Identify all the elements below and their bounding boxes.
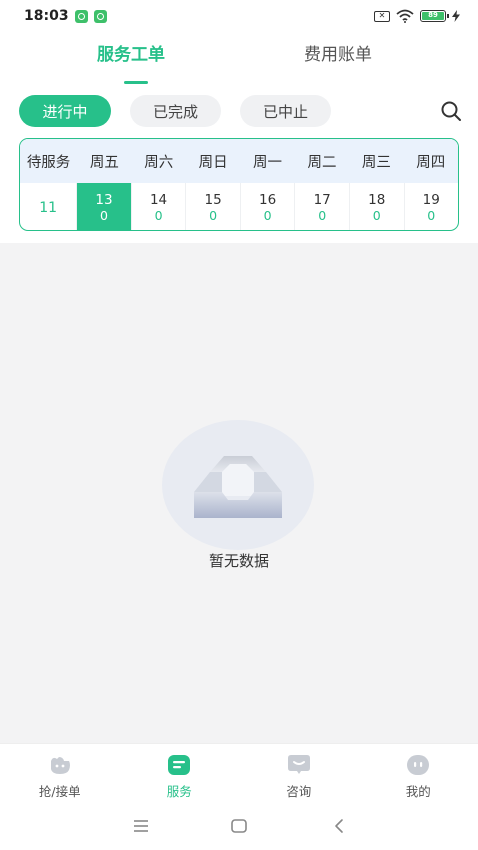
charging-icon	[452, 10, 460, 22]
filter-completed[interactable]: 已完成	[130, 95, 221, 127]
weekday-label: 周二	[307, 154, 337, 171]
day-date: 17	[313, 191, 331, 208]
weekday-label: 周四	[416, 154, 446, 171]
menu-icon[interactable]	[131, 816, 151, 836]
day-date: 16	[259, 191, 277, 208]
day-order-count: 0	[100, 207, 108, 223]
day-cell[interactable]: 17 0	[295, 183, 350, 230]
day-order-count: 0	[209, 207, 218, 223]
calendar-days: 11 13 0 14 0 15 0 16 0 17 0 18 0 19 0	[20, 183, 459, 230]
day-cell[interactable]: 14 0	[132, 183, 187, 230]
day-cell[interactable]: 15 0	[186, 183, 241, 230]
day-order-count: 0	[427, 207, 436, 223]
filter-terminated[interactable]: 已中止	[240, 95, 331, 127]
battery-icon: 89	[420, 10, 449, 22]
top-tabs: 服务工单 费用账单	[0, 40, 478, 86]
day-order-count: 0	[318, 207, 327, 223]
day-cell[interactable]: 18 0	[350, 183, 405, 230]
day-order-count: 0	[372, 207, 381, 223]
battery-level: 89	[422, 12, 444, 20]
active-tab-indicator	[124, 81, 148, 84]
weekday-label: 周五	[89, 154, 119, 171]
tab-service-orders[interactable]: 服务工单	[97, 40, 165, 65]
empty-box-icon	[194, 456, 282, 518]
system-nav-bar	[0, 801, 478, 850]
day-order-count: 0	[263, 207, 272, 223]
day-cell[interactable]: 16 0	[241, 183, 296, 230]
day-cell-selected[interactable]: 13 0	[77, 183, 132, 230]
weekday-label: 周六	[144, 154, 174, 171]
pending-count: 11	[39, 199, 58, 216]
nav-label: 咨询	[286, 784, 312, 799]
status-bar: 18:03 ✕ 89	[0, 0, 478, 32]
back-icon[interactable]	[330, 816, 350, 836]
home-icon[interactable]	[229, 816, 249, 836]
nav-label: 服务	[166, 784, 192, 799]
filter-in-progress[interactable]: 进行中	[19, 95, 111, 127]
nav-label: 抢/接单	[38, 784, 81, 799]
nav-service[interactable]: 服务	[120, 744, 240, 801]
pending-count-cell[interactable]: 11	[20, 183, 78, 230]
day-cell[interactable]: 19 0	[405, 183, 459, 230]
day-date: 19	[422, 191, 440, 208]
wifi-icon	[396, 9, 414, 23]
status-filters: 进行中 已完成 已中止	[19, 95, 469, 127]
nav-label: 我的	[405, 784, 431, 799]
nav-grab-orders[interactable]: 抢/接单	[0, 744, 120, 801]
weekday-label: 周三	[361, 154, 391, 171]
day-date: 13	[95, 191, 113, 208]
service-icon	[168, 755, 191, 775]
empty-illustration-bg	[162, 420, 314, 550]
status-time: 18:03	[24, 8, 69, 24]
notification-app-icon	[74, 9, 88, 23]
day-date: 14	[149, 191, 168, 208]
tab-fee-bills[interactable]: 费用账单	[304, 40, 372, 65]
weekday-label: 周日	[198, 154, 228, 171]
nav-profile[interactable]: 我的	[359, 744, 478, 801]
order-list-area: 暂无数据	[0, 243, 478, 743]
week-calendar: 待服务 周五 周六 周日 周一 周二 周三 周四 11 13 0 14 0 15…	[19, 138, 459, 231]
profile-icon	[407, 755, 430, 775]
day-order-count: 0	[154, 207, 163, 223]
weekday-label: 周一	[253, 154, 283, 171]
sim-off-icon: ✕	[374, 10, 390, 22]
bottom-nav: 抢/接单 服务 咨询 我的	[0, 743, 478, 801]
grab-order-icon	[50, 757, 70, 774]
notification-app-icon-2	[93, 9, 107, 23]
chat-icon	[287, 755, 310, 774]
status-icons: ✕ 89	[374, 9, 460, 23]
nav-consult[interactable]: 咨询	[239, 744, 359, 801]
search-icon[interactable]	[439, 99, 463, 123]
day-date: 15	[204, 191, 222, 208]
day-date: 18	[368, 191, 386, 208]
pending-label: 待服务	[26, 154, 71, 171]
empty-state-text: 暂无数据	[208, 552, 269, 570]
calendar-header: 待服务 周五 周六 周日 周一 周二 周三 周四	[20, 139, 458, 183]
